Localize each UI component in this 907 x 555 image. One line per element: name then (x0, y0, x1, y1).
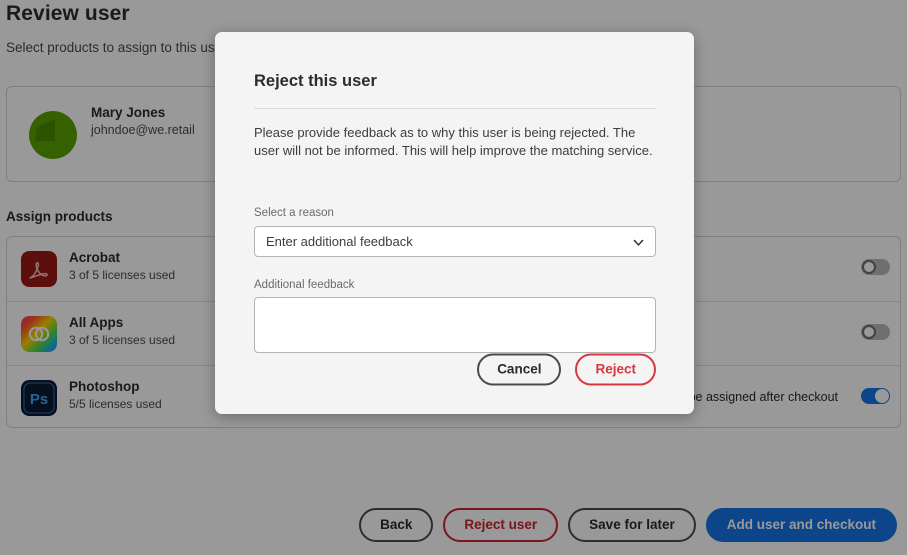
additional-feedback-input[interactable] (254, 297, 656, 353)
divider (254, 108, 656, 109)
dialog-body-text: Please provide feedback as to why this u… (254, 125, 653, 159)
feedback-field-label: Additional feedback (254, 279, 355, 291)
reject-button[interactable]: Reject (575, 353, 656, 385)
reason-select[interactable]: Enter additional feedback (254, 226, 656, 257)
reason-field-label: Select a reason (254, 207, 334, 219)
reason-select-value: Enter additional feedback (266, 234, 413, 249)
cancel-button[interactable]: Cancel (477, 353, 562, 385)
dialog-button-group: Cancel Reject (477, 353, 656, 385)
dialog-title: Reject this user (254, 72, 377, 90)
chevron-down-icon (633, 239, 644, 246)
reject-user-dialog: Reject this user Please provide feedback… (215, 32, 694, 414)
app-root: Review user Select products to assign to… (0, 0, 907, 555)
